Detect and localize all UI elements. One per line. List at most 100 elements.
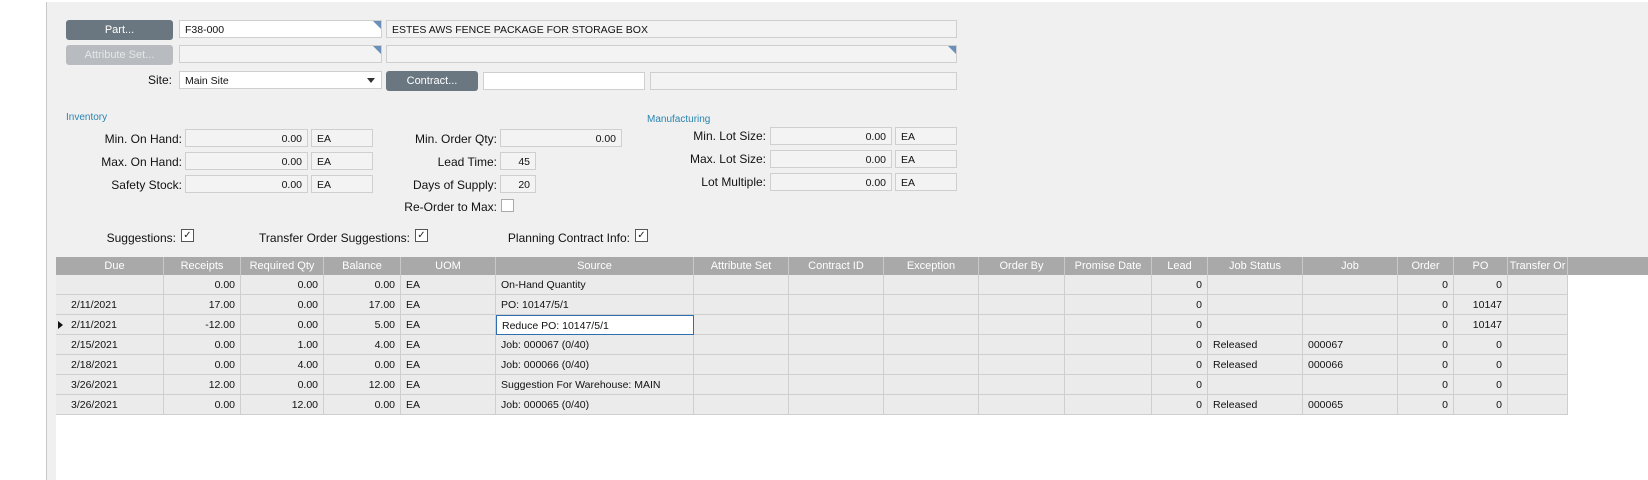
table-row[interactable]: 2/11/2021 -12.00 0.00 5.00 EA Reduce PO: 1014… (56, 315, 1648, 335)
cell-po[interactable]: 0 (1454, 335, 1508, 355)
cell-job-status[interactable] (1208, 295, 1303, 315)
cell-promise-date[interactable] (1065, 395, 1152, 415)
table-row[interactable]: 2/11/2021 17.00 0.00 17.00 EA PO: 10147/5/1 0 0… (56, 295, 1648, 315)
cell-order[interactable]: 0 (1398, 355, 1454, 375)
cell-contract-id[interactable] (789, 335, 884, 355)
cell-exception[interactable] (884, 315, 979, 335)
row-selector[interactable] (56, 315, 66, 335)
column-header-job[interactable]: Job (1303, 257, 1398, 275)
max-on-hand-field[interactable]: 0.00 (185, 152, 308, 170)
cell-order-by[interactable] (979, 315, 1065, 335)
column-header-uom[interactable]: UOM (401, 257, 496, 275)
cell-uom[interactable]: EA (401, 295, 496, 315)
cell-balance[interactable]: 12.00 (324, 375, 401, 395)
row-selector[interactable] (56, 295, 66, 315)
days-of-supply-field[interactable]: 20 (500, 175, 536, 193)
cell-order-by[interactable] (979, 295, 1065, 315)
cell-exception[interactable] (884, 295, 979, 315)
cell-job-status[interactable] (1208, 275, 1303, 295)
cell-receipts[interactable]: 0.00 (164, 335, 241, 355)
cell-uom[interactable]: EA (401, 375, 496, 395)
cell-order-by[interactable] (979, 275, 1065, 295)
cell-source[interactable]: PO: 10147/5/1 (496, 295, 694, 315)
cell-po[interactable]: 0 (1454, 375, 1508, 395)
cell-order[interactable]: 0 (1398, 335, 1454, 355)
cell-exception[interactable] (884, 275, 979, 295)
cell-source[interactable]: On-Hand Quantity (496, 275, 694, 295)
table-row[interactable]: 0.00 0.00 0.00 EA On-Hand Quantity 0 0 0 (56, 275, 1648, 295)
cell-transfer-or[interactable] (1508, 395, 1568, 415)
cell-transfer-or[interactable] (1508, 295, 1568, 315)
lead-time-field[interactable]: 45 (500, 152, 536, 170)
cell-attribute-set[interactable] (694, 355, 789, 375)
cell-source[interactable]: Job: 000066 (0/40) (496, 355, 694, 375)
cell-contract-id[interactable] (789, 355, 884, 375)
cell-receipts[interactable]: 12.00 (164, 375, 241, 395)
cell-required-qty[interactable]: 0.00 (241, 275, 324, 295)
column-header-exception[interactable]: Exception (884, 257, 979, 275)
cell-job[interactable] (1303, 275, 1398, 295)
column-header-order[interactable]: Order (1398, 257, 1454, 275)
transfer-order-suggestions-checkbox[interactable]: ✓ (415, 229, 428, 242)
cell-po[interactable]: 0 (1454, 355, 1508, 375)
cell-promise-date[interactable] (1065, 335, 1152, 355)
contract-input[interactable] (483, 72, 645, 90)
cell-transfer-or[interactable] (1508, 275, 1568, 295)
column-header-required-qty[interactable]: Required Qty (241, 257, 324, 275)
safety-stock-field[interactable]: 0.00 (185, 175, 308, 193)
table-row[interactable]: 2/18/2021 0.00 4.00 0.00 EA Job: 000066 (0/40… (56, 355, 1648, 375)
cell-po[interactable]: 0 (1454, 275, 1508, 295)
attribute-set-button[interactable]: Attribute Set... (66, 45, 173, 65)
cell-order-by[interactable] (979, 395, 1065, 415)
cell-job[interactable]: 000067 (1303, 335, 1398, 355)
cell-balance[interactable]: 4.00 (324, 335, 401, 355)
cell-promise-date[interactable] (1065, 375, 1152, 395)
min-lot-size-field[interactable]: 0.00 (770, 127, 892, 145)
column-header-source[interactable]: Source (496, 257, 694, 275)
cell-job-status[interactable]: Released (1208, 335, 1303, 355)
cell-job-status[interactable]: Released (1208, 355, 1303, 375)
cell-receipts[interactable]: 0.00 (164, 275, 241, 295)
row-selector[interactable] (56, 395, 66, 415)
cell-attribute-set[interactable] (694, 335, 789, 355)
cell-required-qty[interactable]: 0.00 (241, 315, 324, 335)
min-order-qty-field[interactable]: 0.00 (500, 129, 622, 147)
cell-order-by[interactable] (979, 355, 1065, 375)
column-header-order-by[interactable]: Order By (979, 257, 1065, 275)
site-select[interactable]: Main Site (179, 71, 382, 89)
column-header-due[interactable]: Due (66, 257, 164, 275)
cell-due[interactable]: 2/11/2021 (66, 295, 164, 315)
cell-order[interactable]: 0 (1398, 275, 1454, 295)
cell-job-status[interactable]: Released (1208, 395, 1303, 415)
cell-attribute-set[interactable] (694, 315, 789, 335)
cell-uom[interactable]: EA (401, 355, 496, 375)
cell-transfer-or[interactable] (1508, 355, 1568, 375)
cell-lead[interactable]: 0 (1152, 275, 1208, 295)
cell-job[interactable]: 000066 (1303, 355, 1398, 375)
cell-receipts[interactable]: 0.00 (164, 395, 241, 415)
cell-attribute-set[interactable] (694, 375, 789, 395)
column-header-transfer-or[interactable]: Transfer Or (1508, 257, 1568, 275)
min-on-hand-field[interactable]: 0.00 (185, 129, 308, 147)
cell-order[interactable]: 0 (1398, 295, 1454, 315)
cell-order[interactable]: 0 (1398, 375, 1454, 395)
table-row[interactable]: 3/26/2021 0.00 12.00 0.00 EA Job: 000065 (0/4… (56, 395, 1648, 415)
cell-source[interactable]: Job: 000065 (0/40) (496, 395, 694, 415)
cell-uom[interactable]: EA (401, 335, 496, 355)
cell-exception[interactable] (884, 335, 979, 355)
max-lot-size-field[interactable]: 0.00 (770, 150, 892, 168)
row-selector[interactable] (56, 355, 66, 375)
cell-order-by[interactable] (979, 335, 1065, 355)
cell-job[interactable] (1303, 295, 1398, 315)
cell-po[interactable]: 10147 (1454, 315, 1508, 335)
cell-promise-date[interactable] (1065, 355, 1152, 375)
cell-source[interactable]: Job: 000067 (0/40) (496, 335, 694, 355)
cell-transfer-or[interactable] (1508, 375, 1568, 395)
cell-attribute-set[interactable] (694, 275, 789, 295)
cell-po[interactable]: 10147 (1454, 295, 1508, 315)
cell-promise-date[interactable] (1065, 315, 1152, 335)
cell-job[interactable] (1303, 375, 1398, 395)
lot-multiple-field[interactable]: 0.00 (770, 173, 892, 191)
cell-job-status[interactable] (1208, 375, 1303, 395)
row-selector[interactable] (56, 375, 66, 395)
